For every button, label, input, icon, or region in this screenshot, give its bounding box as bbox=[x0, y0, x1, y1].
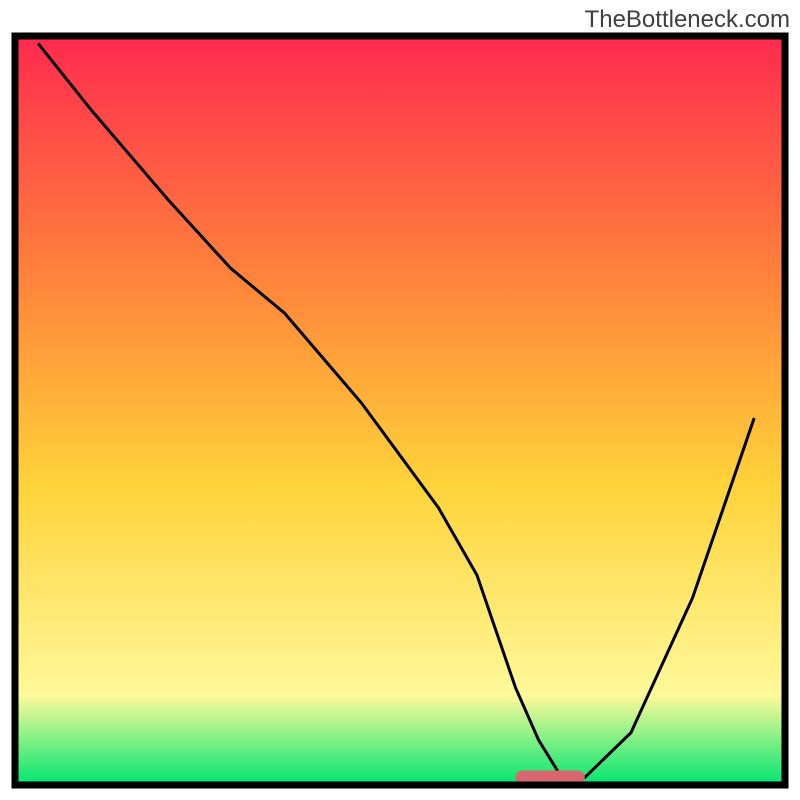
plot-background bbox=[15, 36, 785, 785]
watermark-text: TheBottleneck.com bbox=[585, 6, 790, 34]
chart-svg bbox=[0, 0, 800, 800]
